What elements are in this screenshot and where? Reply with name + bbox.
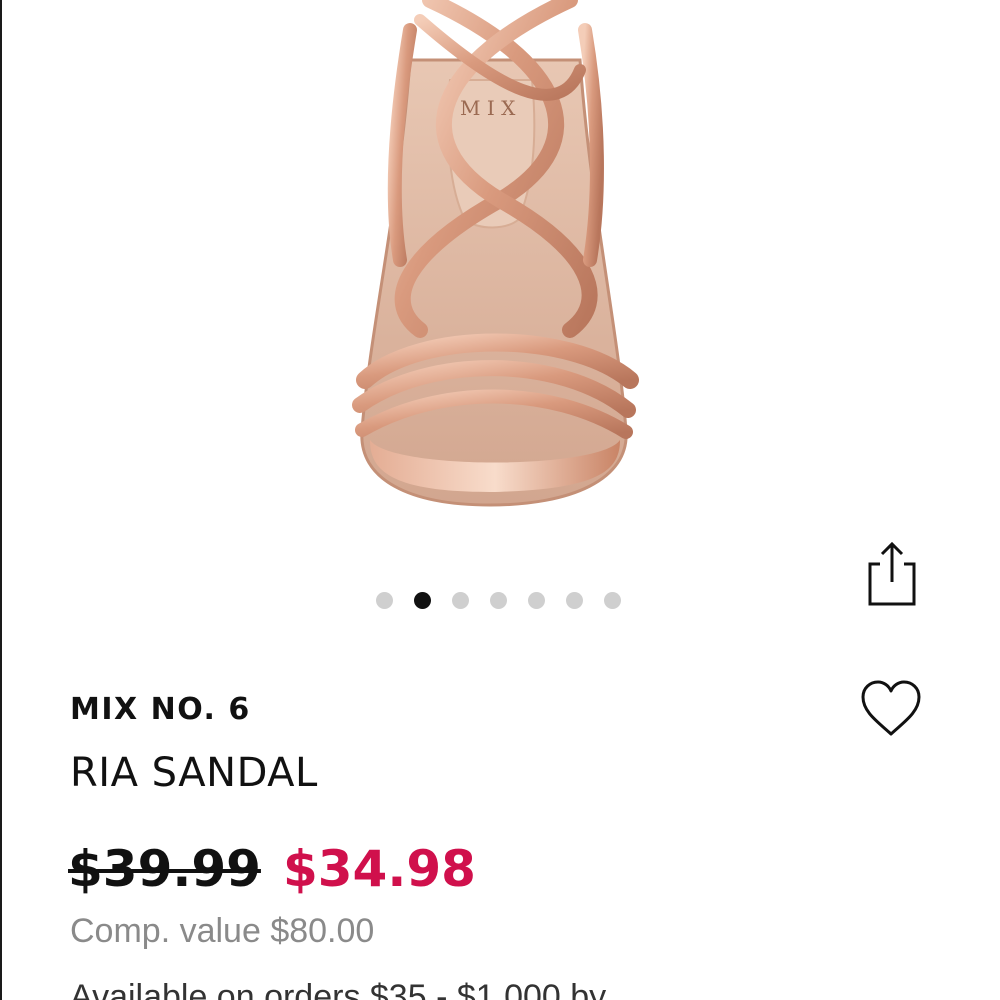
comp-value: Comp. value $80.00	[70, 912, 375, 950]
image-carousel-dots	[376, 592, 621, 609]
insole-logo: M I X	[460, 96, 516, 120]
sandal-illustration: M I X	[352, 0, 639, 507]
carousel-dot[interactable]	[376, 592, 393, 609]
favorite-button[interactable]	[858, 678, 924, 740]
share-icon	[868, 541, 916, 606]
share-button[interactable]	[862, 538, 922, 610]
price-row: $39.99 $34.98	[68, 840, 476, 898]
carousel-dot[interactable]	[414, 592, 431, 609]
carousel-dot[interactable]	[566, 592, 583, 609]
product-name: RIA SANDAL	[70, 750, 318, 796]
product-image[interactable]: M I X	[300, 0, 700, 540]
product-detail-screen: M I X MIX NO. 6 RIA SANDAL $39.99 $34.98…	[0, 0, 1000, 1000]
carousel-dot[interactable]	[528, 592, 545, 609]
carousel-dot[interactable]	[452, 592, 469, 609]
sale-price: $34.98	[282, 840, 476, 898]
availability-text: Available on orders $35 - $1,000 by	[70, 978, 607, 1000]
screen-edge-divider	[0, 0, 2, 1000]
heart-icon	[861, 680, 921, 736]
original-price: $39.99	[68, 840, 261, 898]
brand-name[interactable]: MIX NO. 6	[70, 692, 251, 727]
carousel-dot[interactable]	[604, 592, 621, 609]
carousel-dot[interactable]	[490, 592, 507, 609]
